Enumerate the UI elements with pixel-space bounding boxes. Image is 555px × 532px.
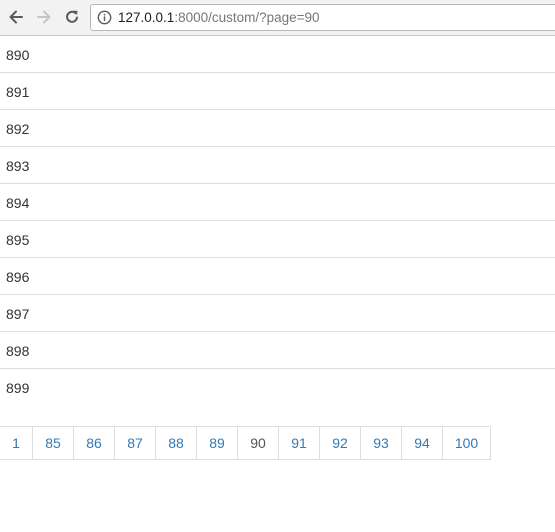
page-link-91[interactable]: 91 — [278, 426, 320, 460]
list-item-text: 899 — [6, 380, 30, 396]
list-item-text: 894 — [6, 195, 30, 211]
list-item: 891 — [0, 73, 555, 110]
page-link-87[interactable]: 87 — [114, 426, 156, 460]
browser-toolbar: 127.0.0.1:8000/custom/?page=90 — [0, 0, 555, 36]
list-item-text: 898 — [6, 343, 30, 359]
list-item: 897 — [0, 295, 555, 332]
page-link-85[interactable]: 85 — [32, 426, 74, 460]
list-item: 899 — [0, 369, 555, 405]
item-list: 890 891 892 893 894 895 896 897 898 899 — [0, 36, 555, 405]
url-host: 127.0.0.1 — [118, 10, 175, 25]
page-link-93[interactable]: 93 — [360, 426, 402, 460]
reload-icon — [63, 8, 81, 26]
page-link-92[interactable]: 92 — [319, 426, 361, 460]
list-item: 895 — [0, 221, 555, 258]
list-item: 898 — [0, 332, 555, 369]
page-link-86[interactable]: 86 — [73, 426, 115, 460]
list-item-text: 896 — [6, 269, 30, 285]
list-item-text: 897 — [6, 306, 30, 322]
page-link-88[interactable]: 88 — [155, 426, 197, 460]
list-item: 892 — [0, 110, 555, 147]
arrow-right-icon — [35, 8, 53, 26]
page-link-90-current[interactable]: 90 — [237, 426, 279, 460]
address-bar[interactable]: 127.0.0.1:8000/custom/?page=90 — [90, 4, 555, 31]
page-link-89[interactable]: 89 — [196, 426, 238, 460]
pagination: 1 85 86 87 88 89 90 91 92 93 94 100 — [0, 426, 491, 460]
url-path: :8000/custom/?page=90 — [174, 10, 320, 25]
reload-button[interactable] — [60, 5, 84, 29]
list-item-text: 892 — [6, 121, 30, 137]
list-item: 894 — [0, 184, 555, 221]
list-item-text: 893 — [6, 158, 30, 174]
back-button[interactable] — [4, 5, 28, 29]
forward-button[interactable] — [32, 5, 56, 29]
page-link-100[interactable]: 100 — [442, 426, 491, 460]
list-item: 893 — [0, 147, 555, 184]
arrow-left-icon — [7, 8, 25, 26]
page-link-1[interactable]: 1 — [0, 426, 33, 460]
page-link-94[interactable]: 94 — [401, 426, 443, 460]
list-item-text: 895 — [6, 232, 30, 248]
list-item: 890 — [0, 36, 555, 73]
url-text: 127.0.0.1:8000/custom/?page=90 — [118, 10, 320, 26]
list-item: 896 — [0, 258, 555, 295]
info-icon[interactable] — [97, 10, 112, 25]
list-item-text: 891 — [6, 84, 30, 100]
list-item-text: 890 — [6, 47, 30, 63]
